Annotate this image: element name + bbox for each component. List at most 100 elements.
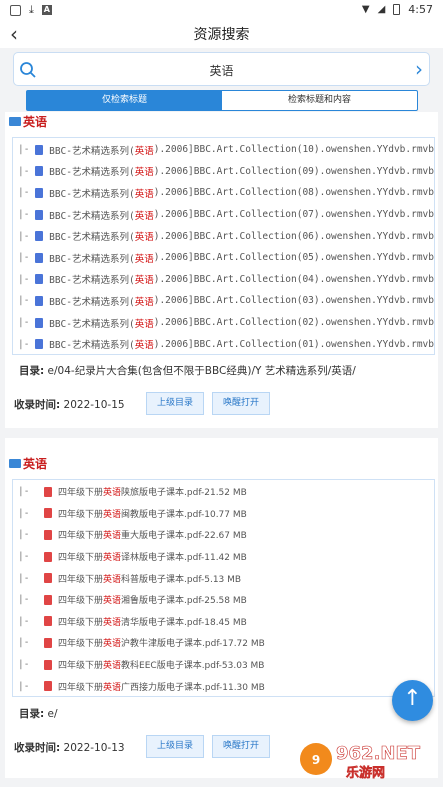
file-name-part: ).2006]BBC.Art.Collection(06).owenshen.Y… bbox=[153, 230, 434, 242]
search-mode-tabs: 仅检索标题 检索标题和内容 bbox=[26, 90, 418, 111]
video-file-icon bbox=[35, 339, 44, 350]
file-name-part: ).2006]BBC.Art.Collection(02).owenshen.Y… bbox=[153, 317, 434, 329]
file-list-item[interactable]: |- 四年级下册 英语 译林版电子课本.pdf-11.42 MB bbox=[13, 546, 434, 568]
file-name-part: 四年级下册 bbox=[58, 574, 104, 585]
file-list-item[interactable]: |- 四年级下册 英语 广西接力版电子课本.pdf-11.30 MB bbox=[13, 675, 434, 696]
file-name-part: 教科EEC版电子课本.pdf-53.03 MB bbox=[121, 661, 265, 672]
file-name-part: 四年级下册 bbox=[58, 639, 104, 650]
file-list-item[interactable]: |- 四年级下册 英语 科普版电子课本.pdf-5.13 MB bbox=[13, 567, 434, 589]
file-list-item[interactable]: |- BBC-艺术精选系列(英语).2006]BBC.Art.Collection… bbox=[13, 161, 434, 183]
tree-prefix: |- bbox=[18, 338, 30, 350]
search-highlight: 英语 bbox=[103, 509, 122, 520]
file-name-part: 清华版电子课本.pdf-18.45 MB bbox=[121, 617, 247, 628]
result-card: 英语 |- BBC-艺术精选系列(英语).2006]BBC.Art.Collect… bbox=[5, 112, 438, 428]
tree-prefix: |- bbox=[18, 615, 30, 627]
pdf-file-icon bbox=[44, 637, 52, 648]
result-title[interactable]: 英语 bbox=[9, 113, 47, 130]
tree-prefix: |- bbox=[18, 594, 30, 606]
search-highlight: 英语 bbox=[134, 275, 154, 287]
file-list-item[interactable]: |- BBC-艺术精选系列(英语).2006]BBC.Art.Collection… bbox=[13, 225, 434, 247]
file-name-part: BBC-艺术精选系列( bbox=[49, 318, 135, 330]
file-list-item[interactable]: |- 四年级下册 英语 教科EEC版电子课本.pdf-53.03 MB bbox=[13, 654, 434, 676]
file-list-item[interactable]: |- BBC-艺术精选系列(英语).2006]BBC.Art.Collection… bbox=[13, 312, 434, 334]
tree-prefix: |- bbox=[18, 317, 30, 329]
file-name-part: BBC-艺术精选系列( bbox=[49, 253, 135, 265]
file-name-part: 四年级下册 bbox=[58, 509, 104, 520]
tree-prefix: |- bbox=[18, 273, 30, 285]
tree-prefix: |- bbox=[18, 680, 30, 692]
video-file-icon bbox=[35, 231, 44, 242]
search-highlight: 英语 bbox=[134, 167, 154, 179]
search-highlight: 英语 bbox=[134, 145, 154, 157]
file-list-item[interactable]: |- BBC-艺术精选系列(英语).2006]BBC.Art.Collection… bbox=[13, 204, 434, 226]
tree-prefix: |- bbox=[18, 486, 30, 498]
file-name-part: ).2006]BBC.Art.Collection(07).owenshen.Y… bbox=[153, 209, 434, 221]
file-name-part: BBC-艺术精选系列( bbox=[49, 296, 135, 308]
tree-prefix: |- bbox=[18, 551, 30, 563]
search-highlight: 英语 bbox=[103, 553, 122, 564]
site-watermark-logo: 9 962.NET 乐游网 bbox=[300, 743, 421, 781]
file-list-item[interactable]: |- BBC-艺术精选系列(英语).2006]BBC.Art.Collection… bbox=[13, 247, 434, 269]
file-name-part: BBC-艺术精选系列( bbox=[49, 145, 135, 157]
tab-title-only[interactable]: 仅检索标题 bbox=[27, 91, 222, 110]
tree-prefix: |- bbox=[18, 659, 30, 671]
file-name-part: ).2006]BBC.Art.Collection(03).owenshen.Y… bbox=[153, 295, 434, 307]
tree-prefix: |- bbox=[18, 295, 30, 307]
search-highlight: 英语 bbox=[103, 574, 122, 585]
search-bar[interactable]: 英语 › bbox=[13, 52, 430, 86]
file-name-part: 四年级下册 bbox=[58, 617, 104, 628]
search-query[interactable]: 英语 bbox=[14, 62, 429, 79]
search-highlight: 英语 bbox=[103, 617, 122, 628]
file-name-part: BBC-艺术精选系列( bbox=[49, 210, 135, 222]
tree-prefix: |- bbox=[18, 572, 30, 584]
chevron-right-icon[interactable]: › bbox=[415, 57, 423, 81]
file-list-item[interactable]: |- 四年级下册 英语 陕旅版电子课本.pdf-21.52 MB bbox=[13, 481, 434, 503]
wake-open-button[interactable]: 唤醒打开 bbox=[212, 735, 270, 758]
file-name-part: 科普版电子课本.pdf-5.13 MB bbox=[121, 574, 242, 585]
file-name-part: 四年级下册 bbox=[58, 596, 104, 607]
tree-prefix: |- bbox=[18, 529, 30, 541]
file-list-item[interactable]: |- 四年级下册 英语 湘鲁版电子课本.pdf-25.58 MB bbox=[13, 589, 434, 611]
file-list-item[interactable]: |- BBC-艺术精选系列(英语).2006]BBC.Art.Collection… bbox=[13, 182, 434, 204]
tab-title-and-content[interactable]: 检索标题和内容 bbox=[222, 91, 417, 110]
file-list-item[interactable]: |- 四年级下册 英语 重大版电子课本.pdf-22.67 MB bbox=[13, 524, 434, 546]
indexed-date: 收录时间: 2022-10-13 bbox=[14, 742, 125, 754]
tree-prefix: |- bbox=[18, 230, 30, 242]
file-list-item[interactable]: |- 四年级下册 英语 闽教版电子课本.pdf-10.77 MB bbox=[13, 503, 434, 525]
scroll-to-top-button[interactable]: ↑ bbox=[392, 680, 433, 721]
file-list-item[interactable]: |- BBC-艺术精选系列(英语).2006]BBC.Art.Collection… bbox=[13, 139, 434, 161]
tree-prefix: |- bbox=[18, 252, 30, 264]
wake-open-button[interactable]: 唤醒打开 bbox=[212, 392, 270, 415]
file-list-item[interactable]: |- BBC-艺术精选系列(英语).2006]BBC.Art.Collection… bbox=[13, 269, 434, 291]
search-highlight: 英语 bbox=[103, 639, 122, 650]
file-name-part: ).2006]BBC.Art.Collection(10).owenshen.Y… bbox=[153, 144, 434, 156]
file-list-item[interactable]: |- BBC-艺术精选系列(英语).2006]BBC.Art.Collection… bbox=[13, 333, 434, 354]
file-name-part: 四年级下册 bbox=[58, 682, 104, 693]
search-highlight: 英语 bbox=[103, 682, 122, 693]
file-name-part: ).2006]BBC.Art.Collection(01).owenshen.Y… bbox=[153, 338, 434, 350]
pdf-file-icon bbox=[44, 573, 52, 584]
file-name-part: 译林版电子课本.pdf-11.42 MB bbox=[121, 553, 247, 564]
tree-prefix: |- bbox=[18, 637, 30, 649]
file-name-part: BBC-艺术精选系列( bbox=[49, 275, 135, 287]
result-title[interactable]: 英语 bbox=[9, 455, 47, 472]
file-list-item[interactable]: |- BBC-艺术精选系列(英语).2006]BBC.Art.Collection… bbox=[13, 290, 434, 312]
tree-prefix: |- bbox=[18, 507, 30, 519]
parent-directory-button[interactable]: 上级目录 bbox=[146, 392, 204, 415]
parent-directory-button[interactable]: 上级目录 bbox=[146, 735, 204, 758]
file-name-part: 四年级下册 bbox=[58, 531, 104, 542]
file-name-part: 重大版电子课本.pdf-22.67 MB bbox=[121, 531, 247, 542]
file-list-item[interactable]: |- 四年级下册 英语 清华版电子课本.pdf-18.45 MB bbox=[13, 611, 434, 633]
file-list-item[interactable]: |- 四年级下册 英语 沪教牛津版电子课本.pdf-17.72 MB bbox=[13, 632, 434, 654]
video-file-icon bbox=[35, 317, 44, 328]
file-name-part: BBC-艺术精选系列( bbox=[49, 340, 135, 352]
pdf-file-icon bbox=[44, 681, 52, 692]
file-name-part: 四年级下册 bbox=[58, 661, 104, 672]
file-name-part: ).2006]BBC.Art.Collection(05).owenshen.Y… bbox=[153, 252, 434, 264]
file-list[interactable]: |- BBC-艺术精选系列(英语).2006]BBC.Art.Collection… bbox=[12, 137, 435, 355]
search-highlight: 英语 bbox=[134, 188, 154, 200]
file-list[interactable]: |- 四年级下册 英语 陕旅版电子课本.pdf-21.52 MB |- 四年级下册 英语 闽教… bbox=[12, 479, 435, 697]
tree-prefix: |- bbox=[18, 187, 30, 199]
search-highlight: 英语 bbox=[134, 210, 154, 222]
battery-icon bbox=[393, 4, 401, 15]
